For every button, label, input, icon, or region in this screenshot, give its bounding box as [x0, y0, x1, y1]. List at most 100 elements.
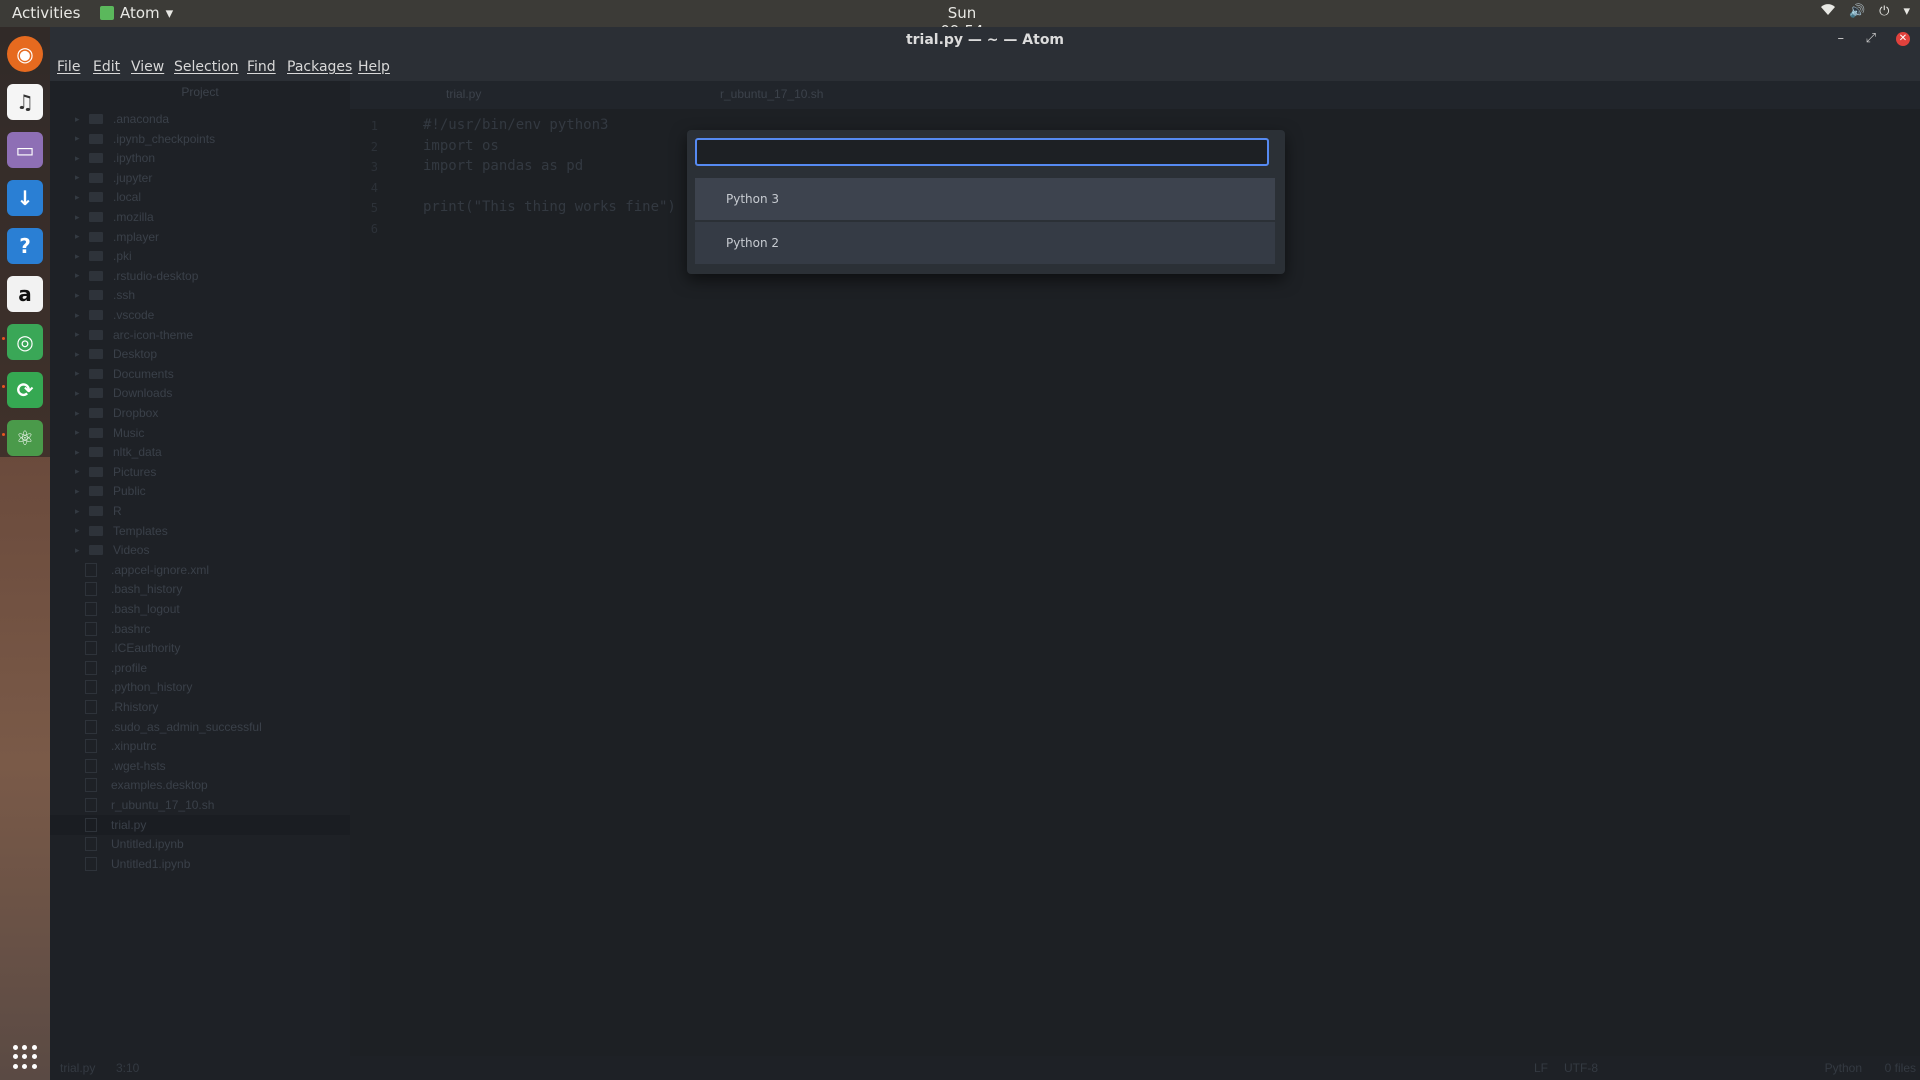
chevron-right-icon[interactable]: ▸	[75, 251, 89, 262]
menu-view[interactable]: View	[131, 59, 164, 75]
atom-icon[interactable]: ⚛	[7, 420, 43, 456]
status-file[interactable]: trial.py	[60, 1061, 95, 1075]
tree-file[interactable]: examples.desktop	[75, 775, 208, 795]
status-encoding[interactable]: UTF-8	[1564, 1061, 1598, 1075]
chevron-right-icon[interactable]: ▸	[75, 212, 89, 223]
menu-edit[interactable]: Edit	[93, 59, 120, 75]
tree-folder[interactable]: ▸ .anaconda	[75, 109, 169, 129]
tree-folder[interactable]: ▸ .pki	[75, 246, 132, 266]
tree-file[interactable]: .bashrc	[75, 619, 150, 639]
chevron-right-icon[interactable]: ▸	[75, 506, 89, 517]
chevron-right-icon[interactable]: ▸	[75, 486, 89, 497]
tree-file[interactable]: .python_history	[75, 677, 192, 697]
tree-file[interactable]: Untitled.ipynb	[75, 834, 184, 854]
wifi-icon[interactable]	[1820, 4, 1835, 20]
tree-folder[interactable]: ▸ Documents	[75, 364, 174, 384]
tree-folder[interactable]: ▸ Videos	[75, 540, 149, 560]
amazon-icon[interactable]: a	[7, 276, 43, 312]
menu-packages[interactable]: Packages	[287, 59, 352, 75]
tree-file[interactable]: .wget-hsts	[75, 756, 166, 776]
status-files-count[interactable]: 0 files	[1885, 1061, 1916, 1075]
power-icon[interactable]: ⏻	[1879, 4, 1889, 20]
chevron-right-icon[interactable]: ▸	[75, 133, 89, 144]
tree-folder[interactable]: ▸ Music	[75, 423, 144, 443]
chevron-down-icon[interactable]: ▾	[1903, 4, 1910, 20]
activities-button[interactable]: Activities	[12, 4, 80, 22]
menu-help[interactable]: Help	[358, 59, 390, 75]
tree-file[interactable]: Untitled1.ipynb	[75, 854, 190, 874]
files-icon[interactable]: ▭	[7, 132, 43, 168]
chevron-right-icon[interactable]: ▸	[75, 427, 89, 438]
tree-folder[interactable]: ▸ Downloads	[75, 383, 172, 403]
tree-folder[interactable]: ▸ Templates	[75, 521, 168, 541]
tree-file[interactable]: .sudo_as_admin_successful	[75, 717, 262, 737]
chevron-right-icon[interactable]: ▸	[75, 290, 89, 301]
tree-file[interactable]: .bash_history	[75, 579, 182, 599]
tree-folder[interactable]: ▸ .mplayer	[75, 227, 159, 247]
menu-selection[interactable]: Selection	[174, 59, 239, 75]
chevron-right-icon[interactable]: ▸	[75, 114, 89, 125]
code-line[interactable]: print("This thing works fine")	[423, 199, 676, 215]
tree-file[interactable]: .appcel-ignore.xml	[75, 560, 209, 580]
tree-folder[interactable]: ▸ .ipython	[75, 148, 155, 168]
chevron-right-icon[interactable]: ▸	[75, 368, 89, 379]
system-tray[interactable]: 🔊 ⏻ ▾	[1820, 4, 1910, 20]
chevron-right-icon[interactable]: ▸	[75, 388, 89, 399]
tree-folder[interactable]: ▸ .local	[75, 187, 141, 207]
tree-file[interactable]: .Rhistory	[75, 697, 158, 717]
tree-file[interactable]: trial.py	[50, 814, 355, 835]
menu-find[interactable]: Find	[247, 59, 276, 75]
software-installer-icon[interactable]: ↓	[7, 180, 43, 216]
tree-folder[interactable]: ▸ nltk_data	[75, 442, 162, 462]
tree-file[interactable]: .profile	[75, 658, 147, 678]
chevron-right-icon[interactable]: ▸	[75, 525, 89, 536]
status-grammar[interactable]: Python	[1825, 1061, 1862, 1075]
chevron-right-icon[interactable]: ▸	[75, 270, 89, 281]
status-cursor-position[interactable]: 3:10	[116, 1061, 139, 1075]
chevron-right-icon[interactable]: ▸	[75, 329, 89, 340]
chevron-right-icon[interactable]: ▸	[75, 545, 89, 556]
menu-file[interactable]: File	[57, 59, 80, 75]
chevron-right-icon[interactable]: ▸	[75, 349, 89, 360]
chevron-right-icon[interactable]: ▸	[75, 447, 89, 458]
code-line[interactable]: #!/usr/bin/env python3	[423, 117, 608, 133]
tree-folder[interactable]: ▸ R	[75, 501, 122, 521]
volume-icon[interactable]: 🔊	[1849, 4, 1865, 20]
filter-input[interactable]	[695, 138, 1269, 166]
rhythmbox-icon[interactable]: ♫	[7, 84, 43, 120]
tree-folder[interactable]: ▸ .ipynb_checkpoints	[75, 129, 215, 149]
chevron-right-icon[interactable]: ▸	[75, 153, 89, 164]
tree-folder[interactable]: ▸ .mozilla	[75, 207, 154, 227]
tree-folder[interactable]: ▸ Dropbox	[75, 403, 158, 423]
tree-folder[interactable]: ▸ .jupyter	[75, 168, 152, 188]
firefox-icon[interactable]: ◉	[7, 36, 43, 72]
close-button[interactable]: ✕	[1896, 32, 1910, 46]
chevron-right-icon[interactable]: ▸	[75, 172, 89, 183]
option-python-3[interactable]: Python 3	[695, 178, 1275, 220]
tree-folder[interactable]: ▸ .ssh	[75, 285, 135, 305]
tab-trial-py[interactable]: trial.py	[446, 87, 481, 101]
status-line-ending[interactable]: LF	[1534, 1061, 1548, 1075]
help-icon[interactable]: ?	[7, 228, 43, 264]
tab-r-ubuntu-sh[interactable]: r_ubuntu_17_10.sh	[720, 87, 823, 101]
chrome-icon[interactable]: ◎	[7, 324, 43, 360]
chevron-right-icon[interactable]: ▸	[75, 408, 89, 419]
chevron-right-icon[interactable]: ▸	[75, 192, 89, 203]
tree-file[interactable]: .ICEauthority	[75, 638, 180, 658]
tree-file[interactable]: .bash_logout	[75, 599, 180, 619]
maximize-button[interactable]: ⤢	[1866, 31, 1876, 46]
tree-folder[interactable]: ▸ Public	[75, 481, 146, 501]
app-menu[interactable]: Atom ▾	[100, 4, 173, 22]
sync-icon[interactable]: ⟳	[7, 372, 43, 408]
option-python-2[interactable]: Python 2	[695, 222, 1275, 264]
chevron-right-icon[interactable]: ▸	[75, 231, 89, 242]
code-line[interactable]: import os	[423, 138, 499, 154]
tree-folder[interactable]: ▸ .vscode	[75, 305, 154, 325]
tree-file[interactable]: .xinputrc	[75, 736, 156, 756]
chevron-right-icon[interactable]: ▸	[75, 466, 89, 477]
code-line[interactable]: import pandas as pd	[423, 158, 583, 174]
tree-folder[interactable]: ▸ .rstudio-desktop	[75, 266, 198, 286]
tree-folder[interactable]: ▸ arc-icon-theme	[75, 325, 193, 345]
apps-grid-icon[interactable]	[13, 1045, 37, 1069]
chevron-right-icon[interactable]: ▸	[75, 310, 89, 321]
